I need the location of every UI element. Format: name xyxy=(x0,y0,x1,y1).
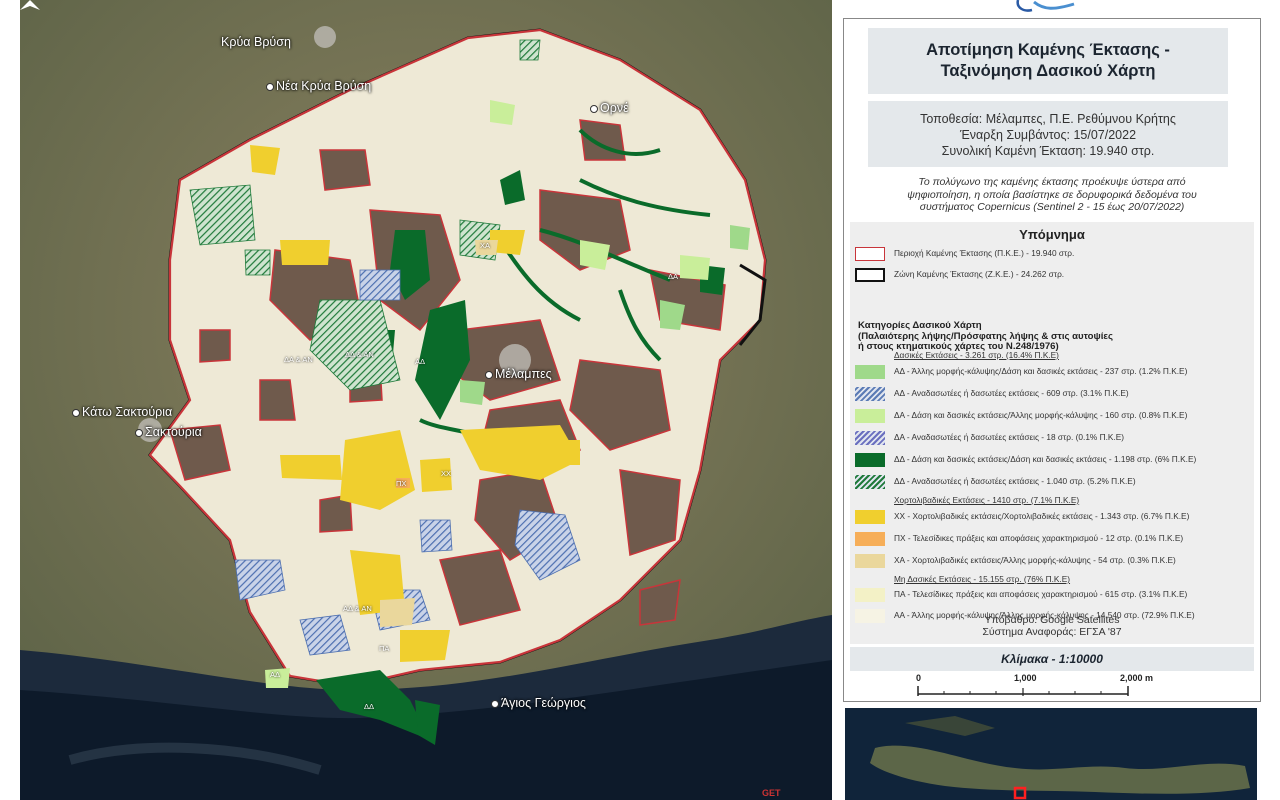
legend-swatch xyxy=(855,268,885,282)
legend-item: ΔΔ - Αναδασωτέες ή δασωτέες εκτάσεις - 1… xyxy=(850,473,1254,491)
place-dot-icon xyxy=(485,370,493,379)
map-label: ΔΔ xyxy=(364,702,375,711)
legend-swatch xyxy=(855,453,885,467)
place-kato-saktouria: Κάτω Σακτούρια xyxy=(72,405,172,419)
legend-item: ΧΑ - Χορτολιβαδικές εκτάσεις/Άλλης μορφή… xyxy=(850,552,1254,570)
group-head-grassland: Χορτολιβαδικές Εκτάσεις - 1410 στρ. (7.1… xyxy=(894,495,1080,505)
basemap-info: Υπόβαθρο: Google Satellites Σύστημα Αναφ… xyxy=(982,614,1122,638)
scale-text: Κλίμακα - 1:10000 xyxy=(850,647,1254,671)
map-label: ΔΑ xyxy=(668,272,679,281)
legend-item: ΑΔ - Άλλης μορφής-κάλυψης/Δάση και δασικ… xyxy=(850,363,1254,381)
scale-bar-graphic xyxy=(917,686,1129,696)
legend-item-pke: Περιοχή Καμένης Έκτασης (Π.Κ.Ε.) - 19.94… xyxy=(850,245,1254,263)
legend-swatch xyxy=(855,532,885,546)
map-label: ΑΔ xyxy=(270,670,281,679)
title-box: Αποτίμηση Καμένης Έκτασης - Ταξινόμηση Δ… xyxy=(868,28,1228,94)
map-label: ΔΔ & ΑΝ xyxy=(345,350,374,359)
map-label: ΧΑ xyxy=(480,241,491,250)
start-date-text: Έναρξη Συμβάντος: 15/07/2022 xyxy=(959,128,1137,142)
legend-title: Υπόμνημα xyxy=(1019,227,1085,242)
category-title: Κατηγορίες Δασικού Χάρτη (Παλαιότερης λή… xyxy=(858,320,1113,352)
group-head-forest: Δασικές Εκτάσεις - 3.261 στρ. (16.4% Π.Κ… xyxy=(894,350,1059,360)
inset-map[interactable] xyxy=(845,708,1257,800)
legend-item: ΑΔ - Αναδασωτέες ή δασωτέες εκτάσεις - 6… xyxy=(850,385,1254,403)
map-label: ΑΔ & ΑΝ xyxy=(343,604,372,613)
info-panel: Αποτίμηση Καμένης Έκτασης - Ταξινόμηση Δ… xyxy=(843,18,1261,702)
legend-swatch xyxy=(855,475,885,489)
page-title: Αποτίμηση Καμένης Έκτασης - Ταξινόμηση Δ… xyxy=(926,41,1170,80)
map-label: ΠΧ xyxy=(396,479,407,488)
watermark: GET xyxy=(762,788,781,798)
place-saktouria: Σακτούρια xyxy=(135,425,202,439)
map-label: ΧΧ xyxy=(441,469,452,478)
legend-item: ΔΑ - Αναδασωτέες ή δασωτέες εκτάσεις - 1… xyxy=(850,429,1254,447)
legend-swatch xyxy=(855,510,885,524)
burned-area-text: Συνολική Καμένη Έκταση: 19.940 στρ. xyxy=(941,144,1155,158)
method-note: Το πολύγωνο της καμένης έκτασης προέκυψε… xyxy=(907,176,1197,213)
event-info: Τοποθεσία: Μέλαμπες, Π.Ε. Ρεθύμνου Κρήτη… xyxy=(868,101,1228,167)
place-agios-georgios: Άγιος Γεώργιος xyxy=(491,696,586,710)
place-dot-icon xyxy=(266,82,274,91)
logo-icon xyxy=(1016,0,1075,12)
scale-bar: 0 1,000 2,000 m xyxy=(908,673,1188,699)
place-kria-vrisi: Κρύα Βρύση xyxy=(221,35,291,49)
map-view[interactable]: Κρύα Βρύση Νέα Κρύα Βρύση Ορνέ Μέλαμπες … xyxy=(20,0,832,800)
place-dot-icon xyxy=(135,428,143,437)
legend-item-zke: Ζώνη Καμένης Έκτασης (Ζ.Κ.Ε.) - 24.262 σ… xyxy=(850,266,1254,284)
map-label: ΠΑ xyxy=(379,644,390,653)
map-label: ΑΔ xyxy=(415,357,426,366)
legend-swatch xyxy=(855,588,885,602)
map-canvas xyxy=(20,0,832,800)
legend-item: ΔΔ - Δάση και δασικές εκτάσεις/Δάση και … xyxy=(850,451,1254,469)
legend-swatch xyxy=(855,365,885,379)
location-text: Τοποθεσία: Μέλαμπες, Π.Ε. Ρεθύμνου Κρήτη… xyxy=(920,112,1176,126)
legend-swatch xyxy=(855,247,885,261)
legend-item: ΠΧ - Τελεσίδικες πράξεις και αποφάσεις χ… xyxy=(850,530,1254,548)
legend-swatch xyxy=(855,409,885,423)
place-melampes: Μέλαμπες xyxy=(485,367,552,381)
group-head-nonforest: Μη Δασικές Εκτάσεις - 15.155 στρ. (76% Π… xyxy=(894,574,1071,584)
crete-overview xyxy=(845,708,1257,800)
legend-swatch xyxy=(855,387,885,401)
legend: Υπόμνημα Περιοχή Καμένης Έκτασης (Π.Κ.Ε.… xyxy=(850,222,1254,644)
place-orne: Ορνέ xyxy=(590,101,629,115)
legend-item: ΧΧ - Χορτολιβαδικές εκτάσεις/Χορτολιβαδι… xyxy=(850,508,1254,526)
place-dot-icon xyxy=(491,699,499,708)
map-label: ΔΑ & ΑΝ xyxy=(284,355,313,364)
legend-swatch xyxy=(855,431,885,445)
place-dot-icon xyxy=(590,104,598,113)
legend-item: ΠΑ - Τελεσίδικες πράξεις και αποφάσεις χ… xyxy=(850,586,1254,604)
place-dot-icon xyxy=(72,408,80,417)
legend-item: ΔΑ - Δάση και δασικές εκτάσεις/Άλλης μορ… xyxy=(850,407,1254,425)
place-nea-kria-vrisi: Νέα Κρύα Βρύση xyxy=(266,79,371,93)
legend-swatch xyxy=(855,554,885,568)
